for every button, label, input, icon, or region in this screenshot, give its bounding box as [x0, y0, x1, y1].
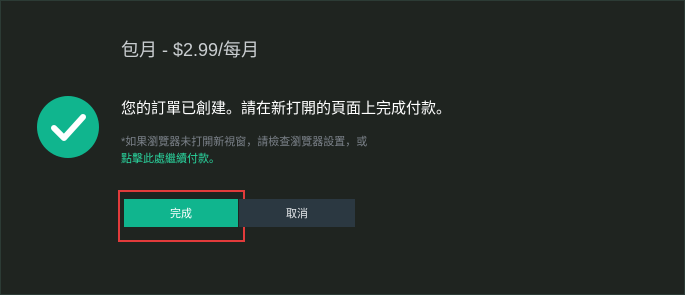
payment-dialog: 包月 - $2.99/每月 您的訂單已創建。請在新打開的頁面上完成付款。 *如果… — [0, 0, 685, 295]
done-button[interactable]: 完成 — [124, 199, 238, 227]
plan-title: 包月 - $2.99/每月 — [121, 40, 260, 60]
browser-hint-text: *如果瀏覽器未打開新視窗，請檢查瀏覽器設置，或 — [121, 136, 368, 148]
order-created-message: 您的訂單已創建。請在新打開的頁面上完成付款。 — [121, 100, 452, 117]
cancel-button[interactable]: 取消 — [239, 199, 355, 227]
check-circle-icon — [37, 96, 99, 158]
checkmark-icon — [51, 114, 86, 141]
continue-payment-link[interactable]: 點擊此處繼續付款。 — [121, 150, 220, 166]
